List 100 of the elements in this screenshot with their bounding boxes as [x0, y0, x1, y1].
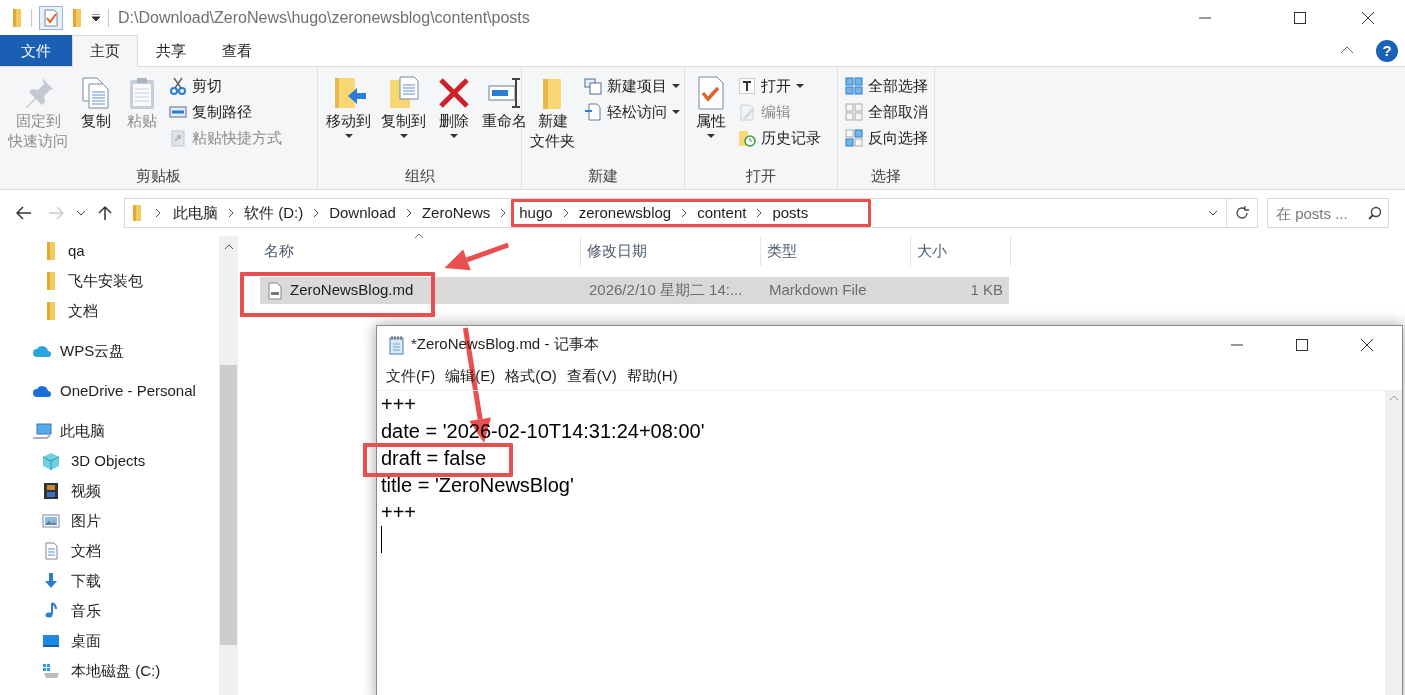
ribbon-button[interactable]: 全部选择: [843, 73, 930, 99]
notepad-icon: [387, 334, 405, 355]
sidebar-item[interactable]: 飞牛安装包: [0, 266, 147, 296]
column-header[interactable]: 大小: [911, 236, 1011, 266]
scrollbar-thumb[interactable]: [220, 365, 237, 645]
ribbon-button[interactable]: 全部取消: [843, 99, 930, 125]
file-menu-button[interactable]: 文件: [0, 35, 72, 66]
refresh-icon: [1235, 206, 1249, 220]
sidebar-item[interactable]: 此电脑: [0, 416, 109, 446]
menu-item[interactable]: 帮助(H): [621, 365, 683, 388]
shortcut-icon: [169, 129, 187, 147]
ribbon-button[interactable]: 新建 文件夹: [527, 73, 578, 153]
breadcrumb-item[interactable]: zeronewsblog: [574, 201, 676, 225]
ribbon-button[interactable]: 复制到: [378, 73, 429, 140]
text-line: +++: [381, 500, 417, 525]
search-field[interactable]: 在 posts ...: [1267, 198, 1389, 228]
sidebar-item[interactable]: 桌面: [0, 626, 105, 656]
ribbon-button[interactable]: 移动到: [323, 73, 374, 140]
ribbon-button[interactable]: 新建项目: [582, 73, 682, 99]
rename-icon: [486, 75, 523, 111]
cube-icon: [41, 451, 61, 471]
breadcrumb-item[interactable]: posts: [768, 201, 813, 225]
column-header[interactable]: 修改日期: [581, 236, 761, 266]
group-label: 组织: [403, 166, 436, 186]
pencil-document-icon: [738, 103, 756, 121]
up-arrow-icon: [98, 205, 112, 221]
maximize-icon: [1294, 11, 1306, 24]
chevron-icon: [681, 208, 688, 218]
table-cell-text: 2026/2/10 星期二 14:...: [588, 280, 744, 301]
sidebar-item[interactable]: 文档: [0, 296, 102, 326]
select-all-icon: [845, 77, 863, 95]
folder-icon: [131, 204, 143, 222]
folder-icon: [44, 241, 58, 261]
sidebar-item[interactable]: 音乐: [0, 596, 105, 626]
chevron-icon: [405, 208, 412, 218]
menu-item[interactable]: 文件(F): [381, 365, 441, 388]
folder-icon: [44, 271, 58, 291]
file-row[interactable]: ZeroNewsBlog.md 2026/2/10 星期二 14:... Markdown File 1 KB: [260, 277, 1009, 304]
group-label: 新建: [587, 166, 619, 186]
close-icon: [1362, 11, 1374, 24]
sidebar-item[interactable]: 3D Objects: [0, 446, 150, 476]
sidebar-item[interactable]: 视频: [0, 476, 105, 506]
sidebar-item[interactable]: WPS云盘: [0, 336, 129, 366]
text-line: draft = false: [381, 446, 487, 471]
dropdown-icon: [91, 13, 101, 22]
address-bar[interactable]: 此电脑 软件 (D:) Download ZeroNews hugo zeronewsblog content posts: [124, 198, 1258, 228]
ribbon-tab[interactable]: 查看: [204, 35, 270, 66]
menu-item[interactable]: 格式(O): [500, 365, 562, 388]
menu-item[interactable]: 查看(V): [561, 365, 622, 388]
ribbon-button[interactable]: 复制路径: [167, 99, 284, 125]
text-format-icon: [738, 77, 756, 95]
drive-icon: [41, 661, 61, 681]
new-item-icon: [584, 77, 602, 95]
chevron-icon: [756, 208, 763, 218]
close-icon: [1361, 338, 1373, 351]
ribbon-button[interactable]: 轻松访问: [582, 99, 682, 125]
sidebar-item[interactable]: 本地磁盘 (C:): [0, 656, 165, 686]
chevron-down-icon: [1208, 210, 1218, 216]
text-line: +++: [381, 392, 417, 417]
chevron-icon: [155, 208, 161, 218]
breadcrumb-item[interactable]: 软件 (D:): [240, 201, 308, 225]
file-name: ZeroNewsBlog.md: [290, 280, 414, 301]
ribbon-button[interactable]: 重命名: [479, 73, 530, 133]
text-line: title = 'ZeroNewsBlog': [381, 473, 574, 498]
text-cursor: [381, 526, 382, 553]
ribbon-button[interactable]: 复制: [75, 73, 117, 133]
scrollbar[interactable]: [219, 236, 238, 695]
breadcrumb-item[interactable]: ZeroNews: [417, 201, 495, 225]
sidebar-item[interactable]: 文档: [0, 536, 105, 566]
column-header[interactable]: 类型: [761, 236, 911, 266]
ribbon-button[interactable]: 删除: [433, 73, 475, 140]
ribbon-tab[interactable]: 主页: [72, 35, 138, 67]
properties-button[interactable]: [39, 5, 63, 30]
ribbon-button[interactable]: 反向选择: [843, 125, 930, 151]
breadcrumb-item[interactable]: Download: [325, 201, 400, 225]
group-label: 打开: [745, 166, 777, 186]
sidebar-item[interactable]: 图片: [0, 506, 105, 536]
breadcrumb-item[interactable]: content: [693, 201, 751, 225]
breadcrumb-item[interactable]: hugo: [515, 201, 557, 225]
breadcrumb-item[interactable]: 此电脑: [169, 201, 222, 225]
forward-arrow-icon: [48, 206, 64, 220]
scrollbar[interactable]: [1385, 391, 1402, 695]
annotation-arrow: [444, 242, 510, 271]
ribbon-button[interactable]: 历史记录: [736, 125, 823, 151]
group-label: 剪贴板: [135, 166, 182, 186]
group-label: 选择: [870, 166, 902, 186]
sidebar-item[interactable]: OneDrive - Personal: [0, 376, 200, 406]
file-icon: [268, 281, 282, 300]
ribbon-button[interactable]: 属性: [690, 73, 732, 140]
sidebar-item[interactable]: 下载: [0, 566, 105, 596]
help-button[interactable]: ?: [1376, 39, 1398, 62]
table-cell-text: Markdown File: [768, 280, 868, 301]
ribbon-button[interactable]: 打开: [736, 73, 823, 99]
chevron-icon: [313, 208, 320, 218]
chevron-icon: [562, 208, 569, 218]
invert-selection-icon: [845, 129, 863, 147]
ribbon-button[interactable]: 剪切: [167, 73, 284, 99]
ribbon-tab[interactable]: 共享: [138, 35, 204, 66]
sidebar-item[interactable]: qa: [0, 236, 89, 266]
chevron-icon: [500, 208, 507, 218]
